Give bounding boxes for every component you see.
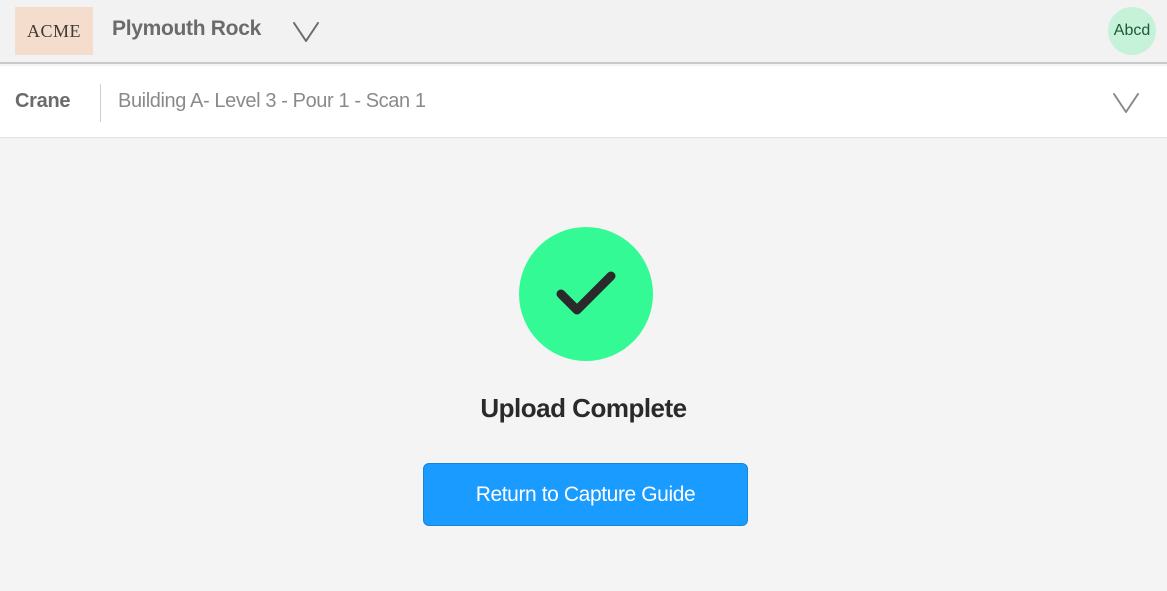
company-logo[interactable]: ACME bbox=[15, 7, 93, 55]
checkmark-icon bbox=[556, 271, 616, 315]
crane-label: Crane bbox=[15, 90, 71, 112]
scan-selector-value[interactable]: Building A- Level 3 - Pour 1 - Scan 1 bbox=[118, 90, 426, 113]
scan-selector-bar[interactable]: Crane Building A- Level 3 - Pour 1 - Sca… bbox=[0, 66, 1167, 138]
top-bar: ACME Plymouth Rock Abcd bbox=[0, 0, 1167, 64]
return-to-capture-guide-button[interactable]: Return to Capture Guide bbox=[423, 463, 748, 526]
user-avatar[interactable]: Abcd bbox=[1108, 7, 1156, 55]
chevron-down-icon[interactable] bbox=[291, 20, 321, 44]
project-name[interactable]: Plymouth Rock bbox=[112, 17, 261, 41]
upload-status-title: Upload Complete bbox=[480, 393, 687, 423]
success-status-circle bbox=[519, 227, 653, 361]
avatar-label: Abcd bbox=[1113, 22, 1151, 39]
logo-text: ACME bbox=[26, 20, 81, 41]
divider bbox=[100, 84, 101, 122]
chevron-down-icon[interactable] bbox=[1111, 91, 1141, 115]
